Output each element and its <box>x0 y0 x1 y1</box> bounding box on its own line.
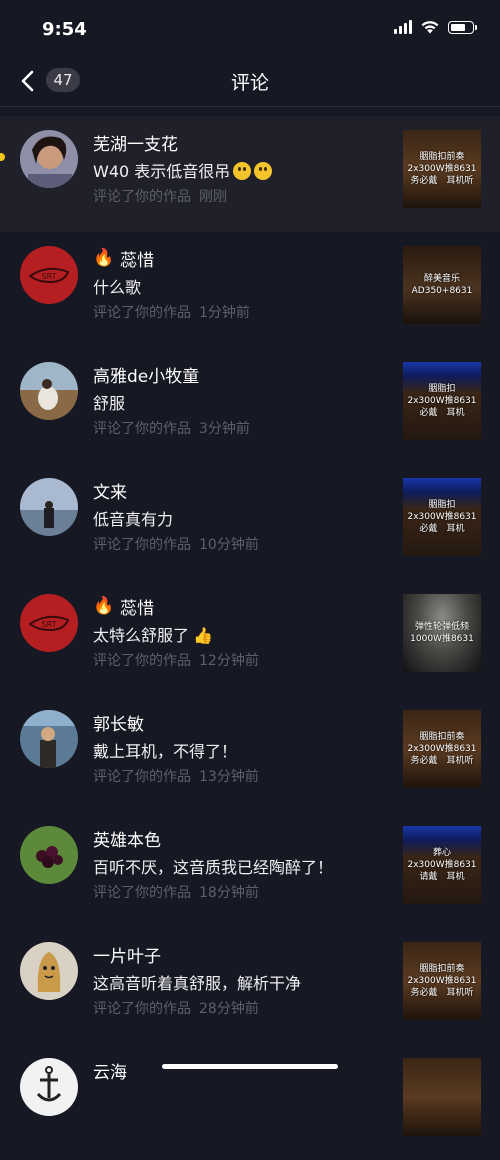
svg-text:SRT: SRT <box>42 620 57 629</box>
avatar[interactable]: SRT <box>20 246 78 304</box>
avatar[interactable] <box>20 478 78 536</box>
avatar[interactable] <box>20 826 78 884</box>
comment-text: 舒服 <box>93 394 126 413</box>
comment-meta: 评论了你的作品 13分钟前 <box>93 769 259 785</box>
comment-text: 太特么舒服了 👍 <box>93 626 213 645</box>
comment-meta: 评论了你的作品 1分钟前 <box>93 305 250 321</box>
comment-text: 低音真有力 <box>93 510 174 529</box>
video-thumbnail[interactable]: 胭脂扣 2x300W推8631 必戴 耳机 <box>403 362 481 440</box>
video-thumbnail[interactable]: 弹性轮弹低频 1000W推8631 <box>403 594 481 672</box>
hot-face-emoji-icon <box>254 162 273 180</box>
comment-row[interactable]: 一片叶子 这高音听着真舒服，解析干净 评论了你的作品 28分钟前 胭脂扣前奏 2x… <box>0 928 500 1044</box>
video-thumbnail[interactable]: 胭脂扣前奏 2x300W推8631 务必戴 耳机听 <box>403 130 481 208</box>
fire-icon: 🔥 <box>93 248 115 268</box>
status-time: 9:54 <box>42 19 87 40</box>
nav-header: 47 评论 <box>0 56 500 107</box>
avatar[interactable]: SRT <box>20 594 78 652</box>
hot-face-emoji-icon <box>233 162 252 180</box>
comment-text: 什么歌 <box>93 278 142 297</box>
avatar[interactable] <box>20 130 78 188</box>
video-thumbnail[interactable]: 胭脂扣前奏 2x300W推8631 务必戴 耳机听 <box>403 710 481 788</box>
comment-row[interactable]: 文来 低音真有力 评论了你的作品 10分钟前 胭脂扣 2x300W推8631 必戴… <box>0 464 500 580</box>
commenter-name[interactable]: 云海 <box>93 1058 127 1083</box>
wifi-icon <box>421 21 439 34</box>
comment-list: 芜湖一支花 W40 表示低音很吊 评论了你的作品 刚刚 胭脂扣前奏 2x300W推… <box>0 116 500 1160</box>
video-thumbnail[interactable]: 胭脂扣前奏 2x300W推8631 务必戴 耳机听 <box>403 942 481 1020</box>
commenter-name[interactable]: 郭长敏 <box>93 710 144 735</box>
comment-meta: 评论了你的作品 10分钟前 <box>93 537 259 553</box>
unread-dot <box>0 153 5 161</box>
comment-text: 戴上耳机，不得了！ <box>93 742 238 761</box>
status-bar: 9:54 <box>0 0 500 56</box>
video-thumbnail[interactable] <box>403 1058 481 1136</box>
commenter-name[interactable]: 高雅de小牧童 <box>93 362 199 387</box>
back-count-badge[interactable]: 47 <box>46 68 80 92</box>
avatar[interactable] <box>20 942 78 1000</box>
video-thumbnail[interactable]: 胭脂扣 2x300W推8631 必戴 耳机 <box>403 478 481 556</box>
fire-icon: 🔥 <box>93 596 115 616</box>
commenter-name[interactable]: 🔥 蕊惜 <box>93 246 154 272</box>
comment-meta: 评论了你的作品 18分钟前 <box>93 885 259 901</box>
commenter-name[interactable]: 一片叶子 <box>93 942 161 967</box>
comment-row[interactable]: 高雅de小牧童 舒服 评论了你的作品 3分钟前 胭脂扣 2x300W推8631 必… <box>0 348 500 464</box>
battery-icon <box>448 20 477 34</box>
svg-text:SRT: SRT <box>42 272 57 281</box>
comment-text: 这高音听着真舒服，解析干净 <box>93 974 302 993</box>
back-arrow-icon[interactable] <box>18 67 40 95</box>
comment-text: W40 表示低音很吊 <box>93 158 273 182</box>
comment-meta: 评论了你的作品 3分钟前 <box>93 421 250 437</box>
avatar[interactable] <box>20 362 78 420</box>
home-indicator[interactable] <box>162 1064 338 1069</box>
commenter-name[interactable]: 文来 <box>93 478 127 503</box>
comment-meta: 评论了你的作品 28分钟前 <box>93 1001 259 1017</box>
commenter-name[interactable]: 🔥 蕊惜 <box>93 594 154 620</box>
comment-row[interactable]: 芜湖一支花 W40 表示低音很吊 评论了你的作品 刚刚 胭脂扣前奏 2x300W推… <box>0 116 500 232</box>
commenter-name[interactable]: 芜湖一支花 <box>93 130 178 155</box>
comment-text: 百听不厌，这音质我已经陶醉了！ <box>93 858 334 877</box>
comment-row[interactable]: SRT 🔥 蕊惜 什么歌 评论了你的作品 1分钟前 醉美音乐 AD350+8631 <box>0 232 500 348</box>
comment-row[interactable]: 郭长敏 戴上耳机，不得了！ 评论了你的作品 13分钟前 胭脂扣前奏 2x300W推… <box>0 696 500 812</box>
avatar[interactable] <box>20 710 78 768</box>
comment-row[interactable]: SRT 🔥 蕊惜 太特么舒服了 👍 评论了你的作品 12分钟前 弹性轮弹低频 1000… <box>0 580 500 696</box>
status-icons <box>394 20 477 34</box>
comment-row[interactable]: 英雄本色 百听不厌，这音质我已经陶醉了！ 评论了你的作品 18分钟前 葬心 2x3… <box>0 812 500 928</box>
comment-row[interactable]: 云海 <box>0 1044 500 1160</box>
video-thumbnail[interactable]: 醉美音乐 AD350+8631 <box>403 246 481 324</box>
signal-icon <box>394 20 412 34</box>
comment-meta: 评论了你的作品 12分钟前 <box>93 653 259 669</box>
comment-meta: 评论了你的作品 刚刚 <box>93 189 227 205</box>
video-thumbnail[interactable]: 葬心 2x300W推8631 请戴 耳机 <box>403 826 481 904</box>
avatar[interactable] <box>20 1058 78 1116</box>
commenter-name[interactable]: 英雄本色 <box>93 826 161 851</box>
thumbs-up-emoji-icon: 👍 <box>193 626 213 645</box>
